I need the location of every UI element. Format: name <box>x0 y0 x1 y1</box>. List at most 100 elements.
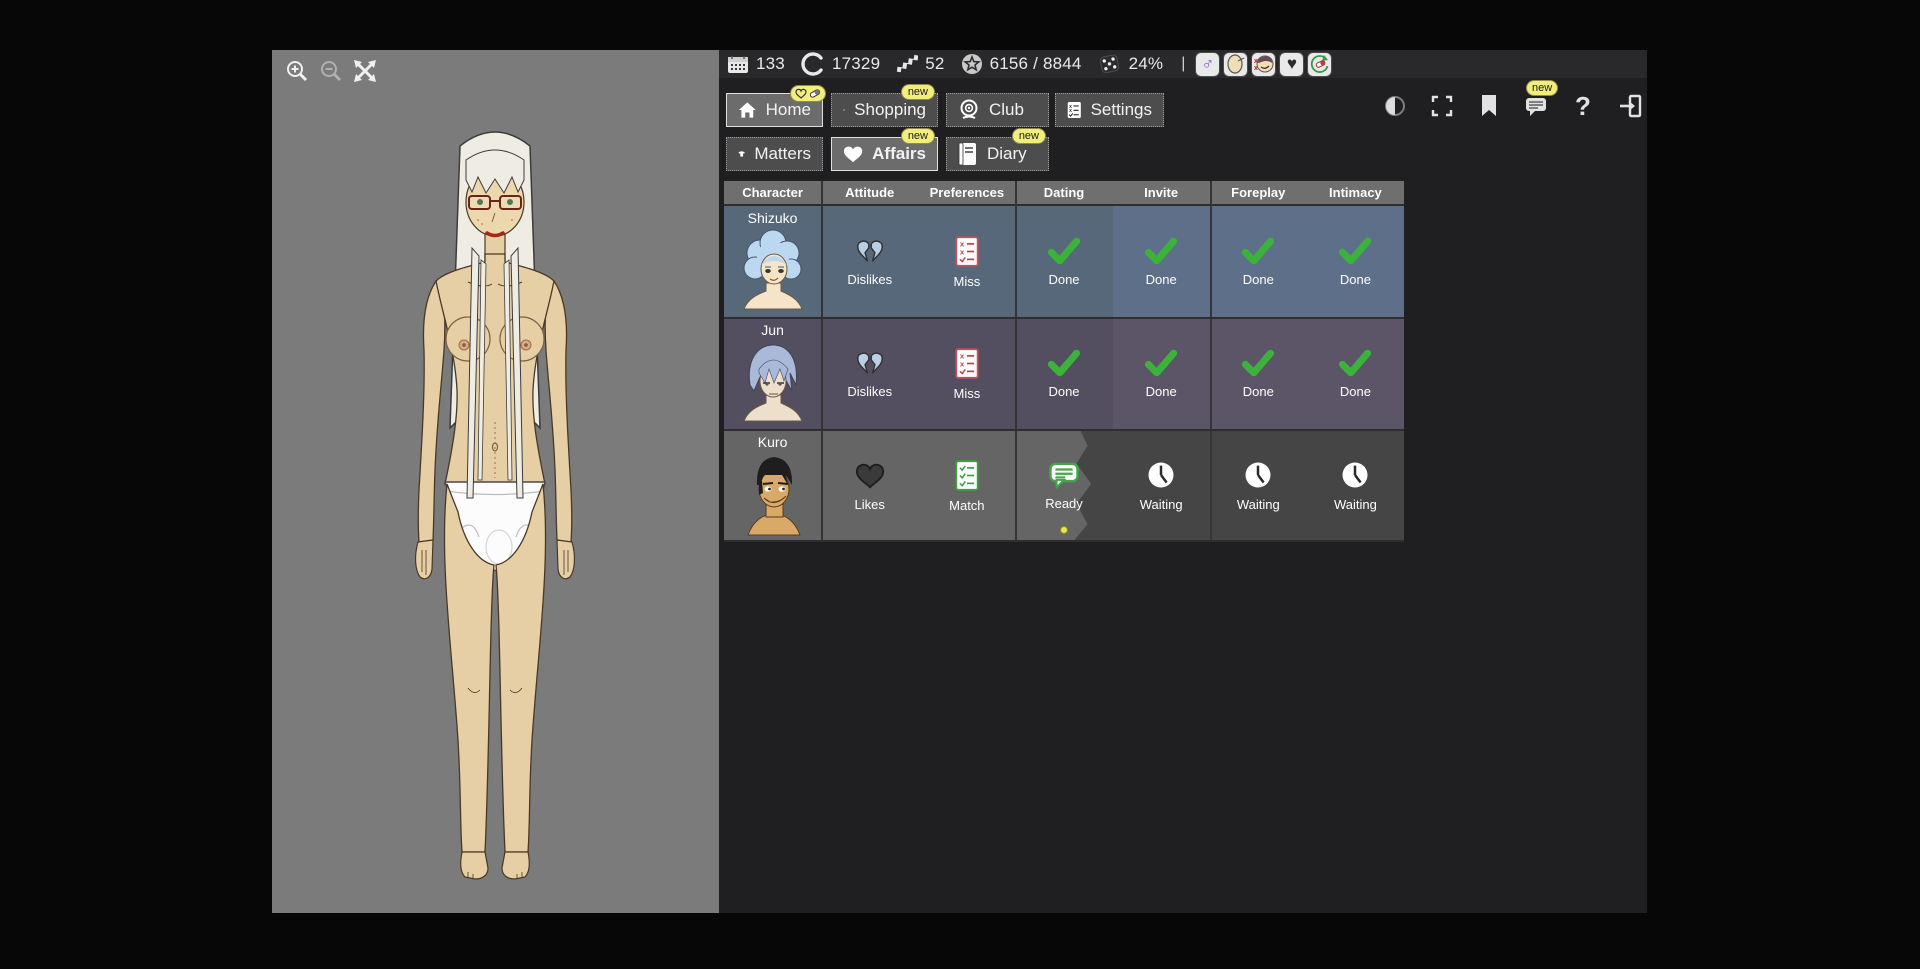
svg-text:x: x <box>1254 58 1258 65</box>
main-panel: 133 17329 52 6156 / 8844 24% | ♂ <box>719 50 1647 913</box>
dating-ready-cell[interactable]: Ready <box>1015 430 1112 542</box>
attitude-cell: Dislikes <box>821 206 918 318</box>
tab-affairs[interactable]: new Affairs <box>831 137 938 171</box>
tshirt-icon <box>738 144 745 164</box>
expand-view-icon[interactable] <box>352 58 378 84</box>
attitude-cell: Likes <box>821 430 918 542</box>
intimacy-cell: Waiting <box>1307 430 1404 542</box>
column-separator <box>821 181 823 542</box>
chat-new-badge: new <box>1526 80 1558 96</box>
character-portrait-kuro[interactable]: Kuro <box>724 430 821 542</box>
clock-icon <box>1146 460 1176 490</box>
broken-heart-icon <box>855 350 885 377</box>
heart-icon[interactable]: ♥ <box>1279 52 1304 77</box>
col-dating: Dating <box>1015 185 1112 200</box>
shopping-new-badge: new <box>901 84 935 100</box>
mini-heart-icon <box>795 88 807 99</box>
reputation-value: 6156 / 8844 <box>990 54 1082 74</box>
check-icon <box>1047 349 1081 377</box>
pill-cycle-icon[interactable] <box>1307 52 1332 77</box>
dating-cell: Done <box>1015 206 1112 318</box>
check-icon <box>1144 349 1178 377</box>
row-separator <box>724 429 1404 431</box>
row-separator <box>724 317 1404 319</box>
attitude-cell: Dislikes <box>821 318 918 430</box>
character-portrait-shizuko[interactable]: Shizuko <box>724 206 821 318</box>
foreplay-cell: Done <box>1210 318 1307 430</box>
head-profile-icon[interactable] <box>1223 52 1248 77</box>
notebook-icon <box>958 142 978 166</box>
col-character: Character <box>724 185 821 200</box>
chat-icon[interactable]: new <box>1524 93 1548 119</box>
svg-text:x: x <box>960 359 965 368</box>
new-indicator-dot <box>1060 526 1068 534</box>
svg-text:x: x <box>1069 108 1072 114</box>
heart-tab-icon <box>843 144 863 164</box>
character-portrait-jun[interactable]: Jun <box>724 318 821 430</box>
column-separator <box>1210 181 1212 542</box>
bookmark-icon[interactable] <box>1477 93 1501 119</box>
dating-cell: Done <box>1015 318 1112 430</box>
table-header: Character Attitude Preferences Dating In… <box>724 181 1404 206</box>
row-separator <box>724 540 1404 542</box>
foreplay-cell: Done <box>1210 206 1307 318</box>
check-icon <box>1047 237 1081 265</box>
status-bar: 133 17329 52 6156 / 8844 24% | ♂ <box>719 50 1647 78</box>
tab-club[interactable]: Club <box>946 93 1049 127</box>
star-icon <box>961 53 983 75</box>
heart-icon <box>854 461 886 490</box>
check-icon <box>1241 349 1275 377</box>
svg-text:x: x <box>1254 65 1258 72</box>
column-separator <box>1015 181 1017 542</box>
tab-settings[interactable]: xx Settings <box>1055 93 1164 127</box>
col-invite: Invite <box>1113 185 1210 200</box>
col-preferences: Preferences <box>918 185 1015 200</box>
zoom-in-icon[interactable] <box>284 58 310 84</box>
day-value: 133 <box>756 54 785 74</box>
statusbar-divider: | <box>1181 55 1185 73</box>
diary-new-badge: new <box>1012 128 1046 144</box>
check-icon <box>1144 237 1178 265</box>
gender-symbol-icon[interactable]: ♂ <box>1195 52 1220 77</box>
tab-matters[interactable]: Matters <box>726 137 823 171</box>
credits-icon <box>801 52 825 76</box>
player-figure[interactable] <box>272 50 719 913</box>
intimacy-cell: Done <box>1307 206 1404 318</box>
portrait-image <box>740 227 806 315</box>
view-toolbar <box>284 58 378 84</box>
check-icon <box>1338 237 1372 265</box>
portrait-image <box>740 451 806 539</box>
invite-cell: Waiting <box>1113 430 1210 542</box>
fullscreen-icon[interactable] <box>1430 93 1454 119</box>
speech-bubble-icon <box>1048 461 1080 489</box>
preferences-cell: xx Miss <box>918 318 1015 430</box>
stat-reputation: 6156 / 8844 <box>961 53 1082 75</box>
affairs-table: Character Attitude Preferences Dating In… <box>724 181 1404 542</box>
home-status-badge <box>790 85 826 102</box>
stat-stairs: 52 <box>896 54 944 74</box>
table-row: Shizuko Dislikes <box>724 206 1404 318</box>
preferences-cell: Match <box>918 430 1015 542</box>
home-icon <box>738 100 757 120</box>
table-row: Kuro <box>724 430 1404 542</box>
clock-icon <box>1340 460 1370 490</box>
contrast-icon[interactable] <box>1383 93 1407 119</box>
tab-shopping[interactable]: new Shopping <box>831 93 938 127</box>
chance-value: 24% <box>1129 54 1164 74</box>
checklist-match-icon <box>955 460 979 491</box>
checklist-miss-icon: xx <box>955 236 979 267</box>
partner-face-icon[interactable]: xx <box>1251 52 1276 77</box>
col-intimacy: Intimacy <box>1307 185 1404 200</box>
table-row: Jun Dislikes <box>724 318 1404 430</box>
clock-icon <box>1243 460 1273 490</box>
zoom-out-icon[interactable] <box>318 58 344 84</box>
exit-icon[interactable] <box>1618 93 1642 119</box>
tab-home[interactable]: Home <box>726 93 823 127</box>
help-icon[interactable]: ? <box>1571 93 1595 119</box>
tab-diary[interactable]: new Diary <box>946 137 1049 171</box>
credits-value: 17329 <box>832 54 880 74</box>
stairs-value: 52 <box>925 54 944 74</box>
mini-pill-icon <box>809 88 821 99</box>
stat-credits: 17329 <box>801 52 880 76</box>
checklist-miss-icon: xx <box>955 348 979 379</box>
